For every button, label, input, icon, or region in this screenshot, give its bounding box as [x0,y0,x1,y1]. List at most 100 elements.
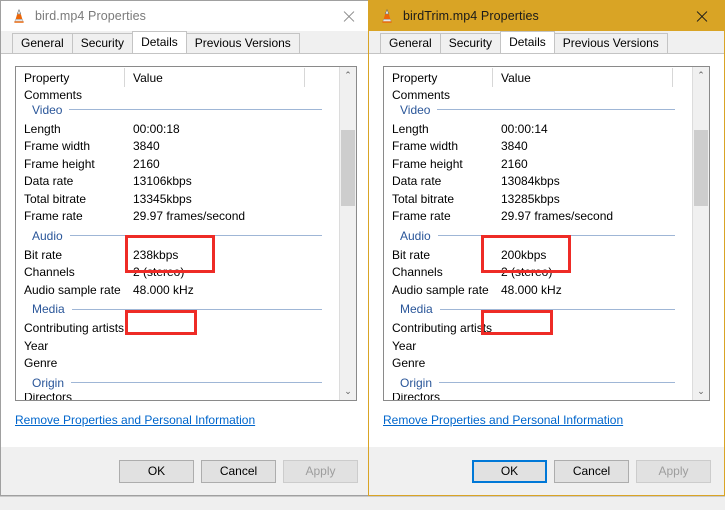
cancel-button[interactable]: Cancel [201,460,276,483]
table-row[interactable]: Audio sample rate48.000 kHz [384,281,691,299]
titlebar-left[interactable]: bird.mp4 Properties [1,1,371,31]
vertical-scrollbar[interactable]: ⌃⌄ [339,67,356,400]
ok-button[interactable]: OK [472,460,547,483]
remove-properties-link[interactable]: Remove Properties and Personal Informati… [15,413,255,427]
ok-button[interactable]: OK [119,460,194,483]
apply-button: Apply [636,460,711,483]
remove-properties-link[interactable]: Remove Properties and Personal Informati… [383,413,623,427]
table-row[interactable]: Frame height2160 [16,155,338,173]
scrollbar-thumb[interactable] [341,130,355,206]
table-row[interactable]: Contributing artists [16,320,338,338]
tab-label: Details [141,35,178,49]
close-button[interactable] [326,1,371,31]
table-row[interactable]: Directors [16,393,338,400]
header-divider [672,68,673,87]
tab-previous-versions[interactable]: Previous Versions [186,33,300,53]
table-row[interactable]: Data rate13106kbps [16,173,338,191]
scrollbar-thumb[interactable] [694,130,708,206]
scroll-up-arrow-icon[interactable]: ⌃ [340,67,356,84]
button-bar-right: OK Cancel Apply [369,447,724,495]
scroll-down-arrow-icon[interactable]: ⌄ [693,383,709,400]
apply-button: Apply [283,460,358,483]
close-button[interactable] [679,1,724,31]
property-value: 13345kbps [124,192,338,206]
table-row[interactable]: Data rate13084kbps [384,173,691,191]
tab-security[interactable]: Security [440,33,501,53]
table-row[interactable]: Genre [16,355,338,373]
group-label: Audio [32,229,70,243]
group-header: Media [16,299,338,320]
table-row[interactable]: Frame rate29.97 frames/second [384,208,691,226]
properties-window-left[interactable]: bird.mp4 Properties GeneralSecurity Detail… [0,0,372,496]
property-name: Data rate [16,174,124,188]
column-header-property[interactable]: Property [16,71,124,85]
property-value: 200kbps [492,248,691,262]
button-label: Cancel [573,464,610,478]
table-row[interactable]: Channels2 (stereo) [384,264,691,282]
scroll-down-arrow-icon[interactable]: ⌄ [340,383,356,400]
group-label: Media [32,302,72,316]
property-name: Length [16,122,124,136]
tab-label: Details [509,35,546,49]
tab-previous-versions[interactable]: Previous Versions [554,33,668,53]
table-row[interactable]: Genre [384,355,691,373]
table-row[interactable]: Year [16,337,338,355]
table-row[interactable]: Frame width3840 [16,138,338,156]
table-row[interactable]: Total bitrate13285kbps [384,190,691,208]
tab-security[interactable]: Security [72,33,133,53]
property-value: 3840 [124,139,338,153]
cancel-button[interactable]: Cancel [554,460,629,483]
property-listbox[interactable]: PropertyValueCommentsVideoLength00:00:18… [15,66,357,401]
table-row[interactable]: Frame height2160 [384,155,691,173]
group-label: Origin [400,376,439,390]
desktop-background-strip [0,496,725,510]
table-row[interactable]: Contributing artists [384,320,691,338]
group-divider [437,109,675,110]
tab-general[interactable]: General [12,33,73,53]
table-row[interactable]: Frame rate29.97 frames/second [16,208,338,226]
table-row[interactable]: Audio sample rate48.000 kHz [16,281,338,299]
column-header-property[interactable]: Property [384,71,492,85]
property-name: Directors [384,393,492,400]
tab-general[interactable]: General [380,33,441,53]
property-name: Total bitrate [384,192,492,206]
tab-details[interactable]: Details [500,31,555,53]
button-label: OK [501,464,518,478]
table-row[interactable]: Directors [384,393,691,400]
table-row[interactable]: Length00:00:18 [16,120,338,138]
tab-details[interactable]: Details [132,31,187,53]
table-row[interactable]: Bit rate200kbps [384,246,691,264]
table-row[interactable]: Length00:00:14 [384,120,691,138]
column-header-value[interactable]: Value [492,71,709,85]
table-row[interactable]: Total bitrate13345kbps [16,190,338,208]
group-header: Origin [16,372,338,393]
property-value: 00:00:14 [492,122,691,136]
vertical-scrollbar[interactable]: ⌃⌄ [692,67,709,400]
property-value: 13106kbps [124,174,338,188]
details-panel-left: PropertyValueCommentsVideoLength00:00:18… [1,53,371,447]
vlc-cone-icon [379,8,395,24]
titlebar-right[interactable]: birdTrim.mp4 Properties [369,1,724,31]
table-row[interactable]: Channels2 (stereo) [16,264,338,282]
group-divider [69,109,322,110]
column-header-value[interactable]: Value [124,71,356,85]
tab-label: Previous Versions [563,36,659,50]
properties-window-right[interactable]: birdTrim.mp4 PropertiesGeneralSecurity De… [368,0,725,496]
group-divider [439,382,675,383]
property-name: Audio sample rate [384,283,492,297]
property-name: Bit rate [384,248,492,262]
table-row[interactable]: Frame width3840 [384,138,691,156]
window-title: bird.mp4 Properties [35,9,146,23]
close-icon [342,10,355,23]
table-row[interactable]: Bit rate238kbps [16,246,338,264]
tab-label: Previous Versions [195,36,291,50]
table-row[interactable]: Year [384,337,691,355]
table-row[interactable]: Comments [16,89,338,99]
header-divider [492,68,493,87]
property-value: 29.97 frames/second [492,209,691,223]
property-listbox[interactable]: PropertyValueCommentsVideoLength00:00:14… [383,66,710,401]
group-divider [438,235,675,236]
table-row[interactable]: Comments [384,89,691,99]
button-label: Cancel [220,464,257,478]
scroll-up-arrow-icon[interactable]: ⌃ [693,67,709,84]
